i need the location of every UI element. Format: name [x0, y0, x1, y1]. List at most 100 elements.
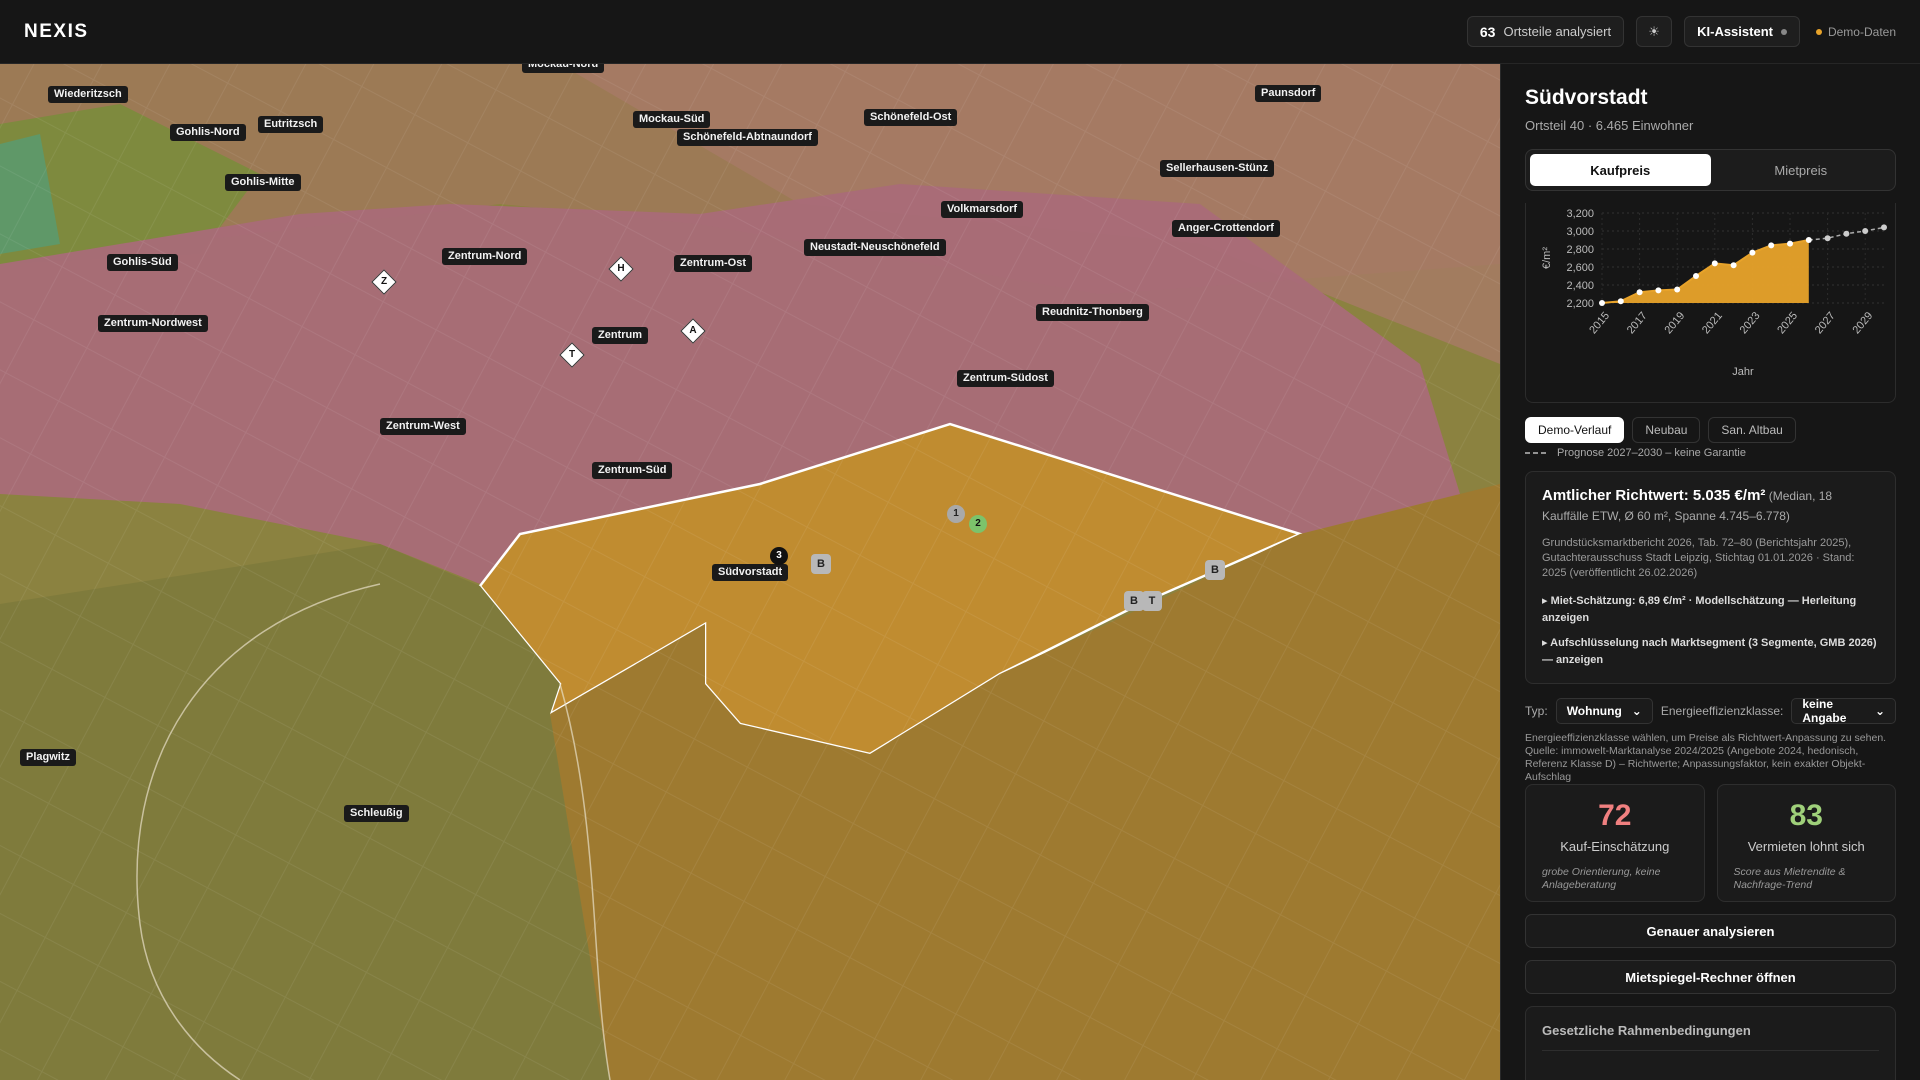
district-label[interactable]: Sellerhausen-Stünz	[1160, 160, 1275, 177]
score-cards: 72 Kauf-Einschätzung grobe Orientierung,…	[1525, 784, 1896, 902]
official-value-source: Grundstücksmarktbericht 2026, Tab. 72–80…	[1542, 537, 1855, 579]
district-label[interactable]: Reudnitz-Thonberg	[1036, 304, 1149, 321]
segment-breakdown-toggle[interactable]: ▸ Aufschlüsselung nach Marktsegment (3 S…	[1542, 635, 1879, 669]
demo-data-indicator: Demo-Daten	[1815, 24, 1896, 39]
history-point	[1617, 298, 1624, 305]
x-tick-label: 2027	[1813, 310, 1838, 336]
cluster-marker[interactable]: 1	[947, 505, 965, 523]
history-point	[1636, 289, 1643, 296]
series-chips: Demo-Verlauf Neubau San. Altbau	[1525, 417, 1896, 443]
district-label[interactable]: Wiederitzsch	[48, 86, 128, 103]
cluster-marker[interactable]: 2	[969, 515, 987, 533]
ai-assistant-label: KI-Assistent	[1697, 24, 1773, 39]
district-label[interactable]: Plagwitz	[20, 749, 77, 766]
legal-divider	[1542, 1050, 1879, 1051]
district-label[interactable]: Zentrum-Süd	[592, 462, 673, 479]
forecast-note-text: Prognose 2027–2030 – keine Garantie	[1557, 447, 1746, 459]
y-tick-label: 3,200	[1566, 208, 1594, 220]
district-label[interactable]: Schönefeld-Abtnaundorf	[677, 129, 818, 146]
y-axis-label: €/m²	[1541, 247, 1553, 269]
sun-icon: ☀	[1648, 23, 1660, 39]
analyzed-count: 63	[1479, 23, 1496, 40]
x-tick-label: 2029	[1850, 310, 1875, 336]
price-chart-svg: 2,200 2,400 2,600 2,800 3,000 3,200 2015 2017 20…	[1541, 208, 1887, 378]
price-type-toggle: Kaufpreis Mietpreis	[1525, 149, 1896, 191]
y-tick-label: 2,800	[1566, 244, 1594, 256]
forecast-point	[1824, 235, 1831, 242]
district-label[interactable]: Zentrum-Nord	[442, 248, 528, 265]
district-label-selected[interactable]: Südvorstadt	[712, 564, 789, 581]
rent-estimate-toggle[interactable]: ▸ Miet-Schätzung: 6,89 €/m² · Modellschä…	[1542, 593, 1879, 627]
chevron-down-icon: ⌄	[1631, 704, 1642, 718]
marker-t[interactable]: T	[1142, 591, 1162, 611]
district-label[interactable]: Zentrum	[592, 327, 648, 344]
district-label[interactable]: Anger-Crottendorf	[1172, 220, 1280, 237]
y-tick-label: 2,400	[1566, 280, 1594, 292]
district-label[interactable]: Mockau-Nord	[522, 64, 605, 73]
district-label[interactable]: Mockau-Süd	[633, 111, 711, 128]
history-point	[1655, 287, 1662, 294]
district-label[interactable]: Gohlis-Süd	[107, 254, 178, 271]
history-point	[1768, 242, 1775, 249]
energy-label: Energieeffizienzklasse:	[1660, 704, 1784, 718]
district-label[interactable]: Schleußig	[344, 805, 409, 822]
district-label[interactable]: Paunsdorf	[1255, 85, 1322, 102]
ai-assistant-button[interactable]: KI-Assistent	[1684, 16, 1800, 47]
theme-toggle-button[interactable]: ☀	[1636, 16, 1673, 47]
marker-b[interactable]: B	[1205, 560, 1225, 580]
type-label: Typ:	[1525, 704, 1548, 718]
analyze-button[interactable]: Genauer analysieren	[1525, 914, 1896, 948]
district-label[interactable]: Zentrum-Ost	[674, 255, 752, 272]
chip-san-altbau[interactable]: San. Altbau	[1708, 417, 1796, 443]
chip-demo-verlauf[interactable]: Demo-Verlauf	[1525, 417, 1625, 443]
tab-kaufpreis[interactable]: Kaufpreis	[1530, 154, 1711, 186]
district-label[interactable]: Eutritzsch	[258, 116, 324, 133]
app-logo[interactable]: NEXIS	[24, 21, 89, 43]
analyzed-districts-badge: 63 Ortsteile analysiert	[1466, 16, 1625, 47]
energy-hint: Energieeffizienzklasse wählen, um Preise…	[1525, 732, 1887, 783]
energy-select[interactable]: keine Angabe ⌄	[1791, 697, 1896, 725]
district-label[interactable]: Volkmarsdorf	[941, 201, 1024, 218]
map-view[interactable]: Wiederitzsch Gohlis-Nord Eutritzsch Mock…	[0, 64, 1500, 1080]
x-tick-label: 2019	[1662, 310, 1687, 336]
x-tick-label: 2023	[1738, 310, 1763, 336]
buy-score-caption: Kauf-Einschätzung	[1560, 839, 1670, 854]
forecast-point	[1843, 230, 1850, 237]
x-tick-label: 2015	[1587, 310, 1612, 336]
x-tick-label: 2021	[1700, 310, 1725, 336]
marker-b[interactable]: B	[811, 554, 831, 574]
cluster-marker[interactable]: 3	[770, 547, 788, 565]
y-tick-label: 3,000	[1566, 226, 1594, 238]
price-chart: 2,200 2,400 2,600 2,800 3,000 3,200 2015 2017 20…	[1525, 203, 1896, 403]
top-bar: NEXIS 63 Ortsteile analysiert ☀ KI-Assis…	[0, 0, 1920, 64]
chip-neubau[interactable]: Neubau	[1632, 417, 1701, 443]
forecast-point	[1862, 228, 1869, 234]
type-select[interactable]: Wohnung ⌄	[1555, 698, 1653, 724]
analyzed-label: Ortsteile analysiert	[1503, 24, 1612, 39]
history-point	[1805, 237, 1812, 243]
tab-mietpreis[interactable]: Mietpreis	[1711, 154, 1892, 186]
district-label[interactable]: Neustadt-Neuschönefeld	[804, 239, 946, 256]
demo-label: Demo-Daten	[1827, 24, 1896, 39]
buy-score-note: grobe Orientierung, keine Anlageberatung	[1542, 866, 1661, 891]
district-label[interactable]: Zentrum-Südost	[957, 370, 1054, 387]
rent-score-value: 83	[1789, 799, 1823, 832]
district-label[interactable]: Zentrum-West	[380, 418, 466, 435]
status-dot-icon	[1780, 28, 1787, 35]
history-point	[1711, 260, 1718, 267]
legal-section[interactable]: Gesetzliche Rahmenbedingungen	[1525, 1006, 1896, 1080]
district-label[interactable]: Schönefeld-Ost	[864, 109, 958, 126]
district-label[interactable]: Gohlis-Nord	[170, 124, 246, 141]
filter-row: Typ: Wohnung ⌄ Energieeffizienzklasse: ke…	[1525, 697, 1896, 725]
rent-score-caption: Vermieten lohnt sich	[1747, 839, 1865, 854]
buy-score-card: 72 Kauf-Einschätzung grobe Orientierung,…	[1525, 784, 1705, 902]
marker-b[interactable]: B	[1124, 591, 1144, 611]
x-tick-label: 2025	[1775, 310, 1800, 336]
history-point	[1599, 300, 1605, 306]
mietspiegel-button[interactable]: Mietspiegel-Rechner öffnen	[1525, 960, 1896, 994]
district-label[interactable]: Gohlis-Mitte	[225, 174, 301, 191]
forecast-note: Prognose 2027–2030 – keine Garantie	[1525, 447, 1896, 459]
buy-score-value: 72	[1598, 799, 1632, 832]
district-label[interactable]: Zentrum-Nordwest	[98, 315, 208, 332]
rent-score-card: 83 Vermieten lohnt sich Score aus Mietre…	[1716, 784, 1896, 902]
